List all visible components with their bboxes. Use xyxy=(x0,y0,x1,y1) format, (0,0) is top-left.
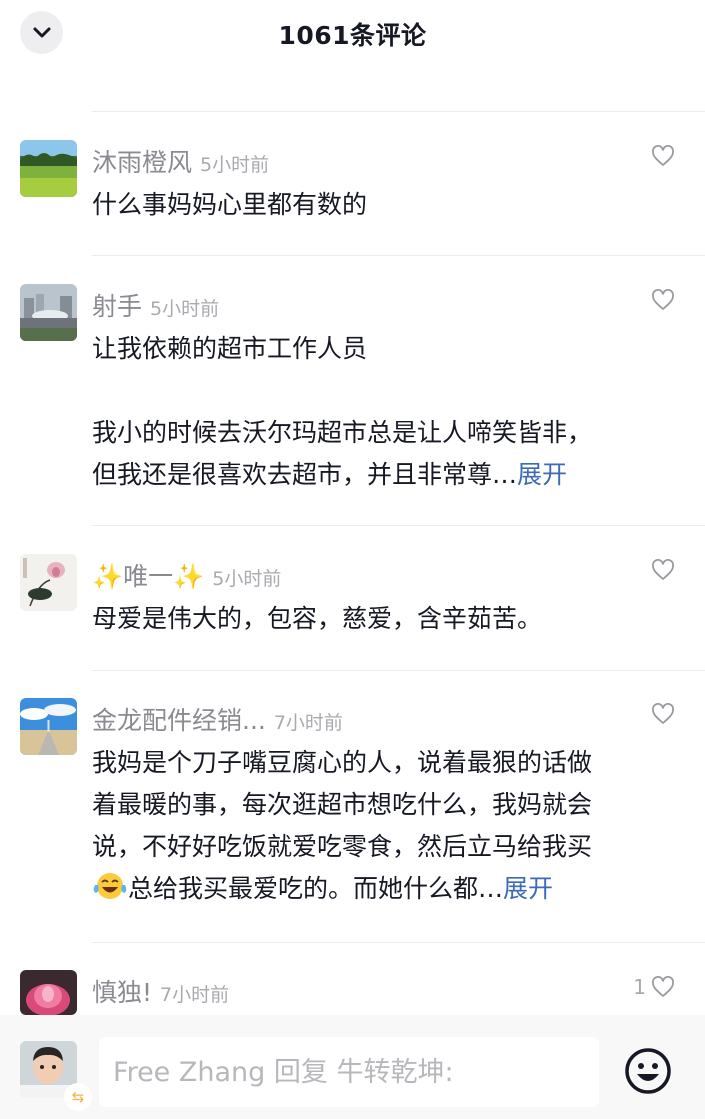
divider xyxy=(92,255,705,256)
timestamp: 7小时前 xyxy=(273,712,343,734)
avatar[interactable] xyxy=(20,554,77,611)
timestamp: 7小时前 xyxy=(160,984,230,1006)
comment-line: 我小的时候去沃尔玛超市总是让人啼笑皆非， xyxy=(92,418,593,447)
comment-meta: 射手 5小时前 xyxy=(92,287,219,323)
divider xyxy=(92,670,705,671)
like-button[interactable] xyxy=(651,289,675,311)
avatar[interactable] xyxy=(20,698,77,755)
username[interactable]: 金龙配件经销... xyxy=(92,706,266,735)
smiley-face-icon xyxy=(625,1048,671,1094)
divider xyxy=(92,942,705,943)
comment-line: 但我还是很喜欢去超市，并且非常尊… xyxy=(92,460,518,489)
expand-link[interactable]: 展开 xyxy=(517,460,567,489)
comment-meta: 慎独! 7小时前 xyxy=(92,973,229,1009)
comment-meta: ✨唯一✨ 5小时前 xyxy=(92,557,281,593)
heart-icon xyxy=(652,145,674,166)
divider xyxy=(92,525,705,526)
comment-meta: 金龙配件经销... 7小时前 xyxy=(92,701,343,737)
like-button[interactable]: 1 xyxy=(633,975,675,999)
comment-line: 说，不好好吃饭就爱吃零食，然后立马给我买 xyxy=(92,832,593,861)
username[interactable]: ✨唯一✨ xyxy=(92,562,204,591)
like-button[interactable] xyxy=(651,559,675,581)
heart-icon xyxy=(652,289,674,310)
comment-text[interactable]: 母爱是伟大的，包容，慈爱，含辛茹苦。 xyxy=(92,598,652,640)
laughing-tears-emoji-icon xyxy=(93,873,127,899)
like-button[interactable] xyxy=(651,703,675,725)
avatar[interactable] xyxy=(20,970,77,1015)
comments-header: 1061条评论 xyxy=(0,0,705,72)
comment-line: 母爱是伟大的，包容，慈爱，含辛茹苦。 xyxy=(92,604,543,633)
comment-line xyxy=(92,370,652,412)
username[interactable]: 沐雨橙风 xyxy=(92,148,192,177)
comment-item[interactable]: 沐雨橙风 5小时前 什么事妈妈心里都有数的 xyxy=(0,140,705,250)
comment-line: 什么事妈妈心里都有数的 xyxy=(92,190,368,219)
comment-item[interactable]: ✨唯一✨ 5小时前 母爱是伟大的，包容，慈爱，含辛茹苦。 xyxy=(0,554,705,654)
comment-item[interactable]: 金龙配件经销... 7小时前 我妈是个刀子嘴豆腐心的人，说着最狠的话做 着最暖的事… xyxy=(0,698,705,918)
comment-count-title: 1061条评论 xyxy=(278,21,427,50)
heart-icon xyxy=(652,703,674,724)
comment-line: 让我依赖的超市工作人员 xyxy=(92,334,368,363)
like-count: 1 xyxy=(633,975,646,999)
timestamp: 5小时前 xyxy=(200,154,270,176)
swap-account-badge[interactable]: ⇆ xyxy=(64,1083,92,1111)
emoji-button[interactable] xyxy=(623,1046,673,1096)
timestamp: 5小时前 xyxy=(150,298,220,320)
username[interactable]: 射手 xyxy=(92,292,142,321)
comment-text[interactable]: 我妈是个刀子嘴豆腐心的人，说着最狠的话做 着最暖的事，每次逛超市想吃什么，我妈就… xyxy=(92,742,652,910)
reply-bar xyxy=(0,1015,705,1119)
comment-item[interactable]: 射手 5小时前 让我依赖的超市工作人员 我小的时候去沃尔玛超市总是让人啼笑皆非， … xyxy=(0,284,705,504)
avatar[interactable] xyxy=(20,140,77,197)
comment-text[interactable]: 让我依赖的超市工作人员 我小的时候去沃尔玛超市总是让人啼笑皆非， 但我还是很喜欢… xyxy=(92,328,652,496)
comment-item[interactable]: 慎独! 7小时前 1 xyxy=(0,970,705,1015)
like-button[interactable] xyxy=(651,145,675,167)
comment-line: 总给我买最爱吃的。而她什么都… xyxy=(128,874,504,903)
heart-icon xyxy=(652,559,674,580)
avatar[interactable] xyxy=(20,284,77,341)
expand-link[interactable]: 展开 xyxy=(503,874,553,903)
comment-line: 着最暖的事，每次逛超市想吃什么，我妈就会 xyxy=(92,790,593,819)
timestamp: 5小时前 xyxy=(212,568,282,590)
comment-line: 我妈是个刀子嘴豆腐心的人，说着最狠的话做 xyxy=(92,748,593,777)
reply-input[interactable] xyxy=(99,1037,599,1107)
comment-meta: 沐雨橙风 5小时前 xyxy=(92,143,269,179)
heart-icon xyxy=(652,976,674,997)
divider xyxy=(92,111,705,112)
comment-text[interactable]: 什么事妈妈心里都有数的 xyxy=(92,184,652,226)
username[interactable]: 慎独! xyxy=(92,978,152,1007)
